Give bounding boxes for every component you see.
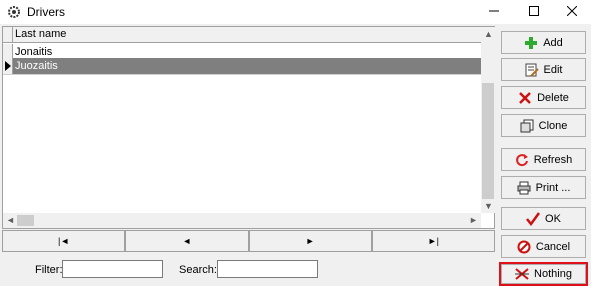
- vertical-scroll-thumb[interactable]: [482, 83, 494, 199]
- gear-icon: [7, 5, 21, 19]
- window-title: Drivers: [27, 5, 65, 19]
- last-record-icon: ►|: [427, 236, 439, 246]
- nav-next-button[interactable]: ►: [248, 230, 372, 252]
- grid-header: Last name: [3, 27, 481, 43]
- refresh-button-label: Refresh: [533, 153, 573, 166]
- prior-record-icon: ◄: [182, 236, 192, 246]
- clone-button-label: Clone: [538, 119, 568, 132]
- edit-button-label: Edit: [543, 63, 563, 76]
- print-button[interactable]: Print ...: [501, 176, 586, 199]
- next-record-icon: ►: [305, 236, 315, 246]
- column-header-last-name[interactable]: Last name: [15, 28, 66, 40]
- minimize-icon: [489, 6, 499, 19]
- nothing-icon: [515, 267, 530, 281]
- ok-button[interactable]: OK: [501, 207, 586, 230]
- refresh-button[interactable]: Refresh: [501, 148, 586, 171]
- nav-first-button[interactable]: |◄: [2, 230, 126, 252]
- current-row-pointer-icon: [5, 61, 11, 71]
- nothing-button-label: Nothing: [534, 268, 572, 280]
- search-input[interactable]: [217, 260, 318, 278]
- scroll-up-icon[interactable]: ▲: [484, 29, 493, 39]
- record-navigator: |◄ ◄ ► ►|: [2, 230, 495, 252]
- header-indicator: [3, 27, 13, 42]
- nav-last-button[interactable]: ►|: [371, 230, 495, 252]
- title-bar: Drivers: [0, 0, 591, 24]
- add-button[interactable]: Add: [501, 31, 586, 54]
- edit-icon: [525, 63, 539, 77]
- clone-button[interactable]: Clone: [501, 114, 586, 137]
- search-label: Search:: [179, 264, 217, 276]
- refresh-icon: [515, 153, 529, 167]
- print-button-label: Print ...: [535, 181, 571, 194]
- horizontal-scrollbar[interactable]: ◄ ►: [3, 213, 481, 228]
- cancel-button-label: Cancel: [535, 240, 571, 253]
- delete-x-icon: [518, 91, 532, 105]
- cancel-icon: [517, 240, 531, 254]
- maximize-icon: [529, 5, 539, 19]
- delete-button[interactable]: Delete: [501, 86, 586, 109]
- filter-input[interactable]: [62, 260, 163, 278]
- delete-button-label: Delete: [537, 91, 569, 104]
- clone-icon: [520, 119, 534, 133]
- close-icon: [566, 5, 578, 19]
- plus-icon: [524, 36, 538, 50]
- scroll-left-icon[interactable]: ◄: [6, 215, 15, 225]
- close-button[interactable]: [552, 0, 591, 24]
- minimize-button[interactable]: [474, 0, 514, 24]
- add-button-label: Add: [543, 36, 563, 49]
- first-record-icon: |◄: [58, 236, 70, 246]
- nav-prior-button[interactable]: ◄: [125, 230, 249, 252]
- row-indicator: [3, 58, 13, 74]
- printer-icon: [517, 181, 531, 195]
- filter-label: Filter:: [35, 264, 63, 276]
- table-row-selected[interactable]: Juozaitis: [3, 58, 481, 75]
- cancel-button[interactable]: Cancel: [501, 235, 586, 258]
- checkmark-icon: [526, 211, 541, 226]
- cell-last-name[interactable]: Juozaitis: [15, 60, 58, 72]
- cell-last-name[interactable]: Jonaitis: [15, 46, 52, 58]
- nothing-button[interactable]: Nothing: [499, 262, 588, 286]
- vertical-scrollbar[interactable]: ▲ ▼: [481, 27, 495, 213]
- edit-button[interactable]: Edit: [501, 58, 586, 81]
- drivers-grid[interactable]: Last name Jonaitis Juozaitis ▲ ▼ ◄ ►: [2, 26, 495, 229]
- ok-button-label: OK: [545, 212, 561, 225]
- scroll-right-icon[interactable]: ►: [469, 215, 478, 225]
- scroll-down-icon[interactable]: ▼: [484, 201, 493, 211]
- maximize-button[interactable]: [514, 0, 554, 24]
- horizontal-scroll-thumb[interactable]: [17, 215, 34, 226]
